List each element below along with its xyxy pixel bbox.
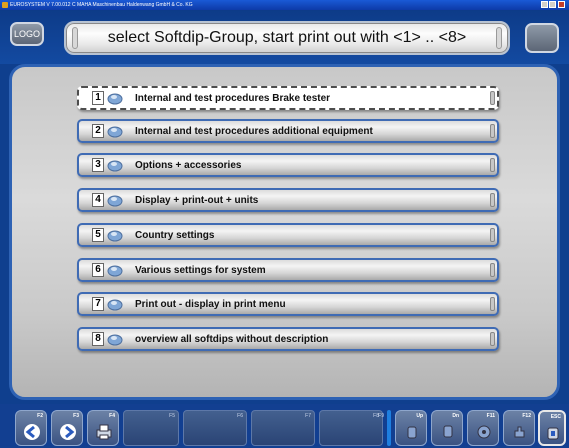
back-arrow-icon	[24, 424, 40, 440]
menu-item-label: Internal and test procedures additional …	[135, 126, 373, 137]
menu-item-7[interactable]: 7 Print out - display in print menu	[77, 292, 499, 316]
key-label: F2	[37, 413, 43, 419]
menu-item-1[interactable]: 1 Internal and test procedures Brake tes…	[77, 86, 499, 110]
gear-icon	[107, 299, 123, 311]
menu-item-5[interactable]: 5 Country settings	[77, 223, 499, 247]
menu-item-label: overview all softdips without descriptio…	[135, 334, 329, 345]
f8-empty-key[interactable]: F8	[319, 410, 383, 446]
menu-item-6[interactable]: 6 Various settings for system	[77, 258, 499, 282]
hand-icon	[514, 426, 525, 438]
window-title: EUROSYSTEM V 7.00.012 C MAHA Maschinenba…	[10, 2, 193, 8]
menu-item-number: 7	[92, 297, 104, 311]
menu-item-3[interactable]: 3 Options + accessories	[77, 153, 499, 177]
key-label: F9	[378, 413, 384, 419]
header: LOGO select Softdip-Group, start print o…	[0, 10, 569, 64]
f11-button[interactable]: F11	[467, 410, 499, 446]
item-right-cap	[490, 332, 495, 346]
key-label: F12	[522, 413, 531, 419]
menu-item-4[interactable]: 4 Display + print-out + units	[77, 188, 499, 212]
menu-item-label: Internal and test procedures Brake teste…	[135, 93, 331, 104]
forward-arrow-icon	[60, 424, 76, 440]
menu-item-label: Various settings for system	[135, 265, 266, 276]
key-label: ESC	[550, 414, 561, 420]
menu-item-2[interactable]: 2 Internal and test procedures additiona…	[77, 119, 499, 143]
page-title: select Softdip-Group, start print out wi…	[107, 29, 467, 46]
menu-item-label: Country settings	[135, 230, 215, 241]
menu-item-label: Display + print-out + units	[135, 195, 259, 206]
item-right-cap	[490, 124, 495, 138]
page-down-button[interactable]: Dn	[431, 410, 463, 446]
title-box: select Softdip-Group, start print out wi…	[64, 21, 510, 55]
maximize-button[interactable]	[549, 1, 556, 8]
exit-icon	[547, 427, 559, 440]
f6-empty-key[interactable]: F6	[183, 410, 247, 446]
logo: LOGO	[10, 22, 44, 46]
menu-item-number: 4	[92, 193, 104, 207]
window-titlebar: EUROSYSTEM V 7.00.012 C MAHA Maschinenba…	[0, 0, 569, 10]
menu-item-label: Options + accessories	[135, 160, 242, 171]
gear-icon	[107, 265, 123, 277]
item-right-cap	[490, 263, 495, 277]
menu-item-number: 3	[92, 158, 104, 172]
app-icon	[2, 2, 8, 8]
function-key-toolbar: F2 F3 F4 F5 F6 F7 F8 F9 Up Dn F11 F12 ES…	[0, 404, 569, 448]
menu-item-number: 1	[92, 91, 104, 105]
up-icon	[407, 426, 417, 439]
gear-icon	[107, 93, 123, 105]
key-label: Up	[416, 413, 423, 419]
page-up-button[interactable]: Up	[395, 410, 427, 446]
menu-item-label: Print out - display in print menu	[135, 299, 286, 310]
title-right-cap	[496, 27, 502, 49]
key-label: F11	[486, 413, 495, 419]
close-button[interactable]	[558, 1, 565, 8]
item-right-cap	[490, 91, 495, 105]
key-label: F4	[109, 413, 115, 419]
gear-icon	[107, 126, 123, 138]
minimize-button[interactable]	[541, 1, 548, 8]
f5-empty-key[interactable]: F5	[123, 410, 179, 446]
gear-icon	[107, 195, 123, 207]
key-label: Dn	[452, 413, 459, 419]
gear-icon	[107, 160, 123, 172]
menu-item-number: 6	[92, 263, 104, 277]
f2-back-button[interactable]: F2	[15, 410, 47, 446]
printer-icon	[96, 424, 112, 440]
item-right-cap	[490, 228, 495, 242]
top-right-button[interactable]	[525, 23, 559, 53]
menu-item-number: 5	[92, 228, 104, 242]
item-right-cap	[490, 193, 495, 207]
f9-divider: F9	[378, 410, 391, 446]
key-label: F3	[73, 413, 79, 419]
gear-icon	[107, 334, 123, 346]
f4-print-button[interactable]: F4	[87, 410, 119, 446]
item-right-cap	[490, 158, 495, 172]
key-label: F5	[169, 413, 175, 419]
menu-item-8[interactable]: 8 overview all softdips without descript…	[77, 327, 499, 351]
settings-icon	[477, 425, 491, 439]
gear-icon	[107, 230, 123, 242]
key-label: F6	[237, 413, 243, 419]
f3-forward-button[interactable]: F3	[51, 410, 83, 446]
menu-item-number: 8	[92, 332, 104, 346]
f12-button[interactable]: F12	[503, 410, 535, 446]
item-right-cap	[490, 297, 495, 311]
esc-exit-button[interactable]: ESC	[538, 410, 566, 446]
menu-item-number: 2	[92, 124, 104, 138]
key-label: F7	[305, 413, 311, 419]
f7-empty-key[interactable]: F7	[251, 410, 315, 446]
down-icon	[443, 425, 453, 438]
